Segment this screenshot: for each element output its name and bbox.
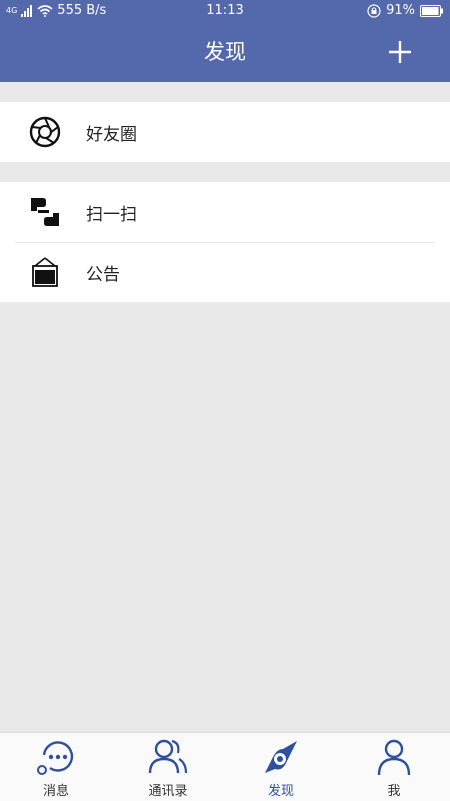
profile-icon [377,739,411,776]
tab-discover[interactable]: 发现 [225,733,337,801]
tab-contacts[interactable]: 通讯录 [112,733,224,801]
tab-me-label: 我 [387,784,401,799]
header-bar: 4G 555 B/s 11:13 91% 发现 [0,0,450,82]
tab-me[interactable]: 我 [338,733,450,801]
compass-icon [265,741,297,773]
tab-bar: 消息 通讯录 发现 我 [0,732,450,801]
announcement-icon [32,257,58,287]
tab-discover-label: 发现 [267,784,294,799]
tab-messages-label: 消息 [42,784,69,799]
announcement-label: 公告 [86,265,120,285]
moments-row[interactable]: 好友圈 [0,102,450,162]
tab-messages[interactable]: 消息 [0,733,112,801]
contacts-icon [148,739,188,774]
battery-percent: 91% [386,3,415,18]
message-icon [37,741,74,775]
scan-icon [31,198,59,226]
plus-icon[interactable] [388,40,412,64]
aperture-icon [29,116,61,148]
moments-section: 好友圈 [0,102,450,162]
announcement-row[interactable]: 公告 [0,242,450,302]
rotation-lock-icon [367,3,381,18]
battery-icon [420,4,443,17]
status-bar: 4G 555 B/s 11:13 91% [0,0,450,24]
scan-label: 扫一扫 [86,205,137,225]
tools-section: 扫一扫 公告 [0,182,450,302]
tab-contacts-label: 通讯录 [148,784,188,799]
moments-label: 好友圈 [86,125,137,145]
page-title: 发现 [204,40,246,64]
scan-row[interactable]: 扫一扫 [0,182,450,242]
